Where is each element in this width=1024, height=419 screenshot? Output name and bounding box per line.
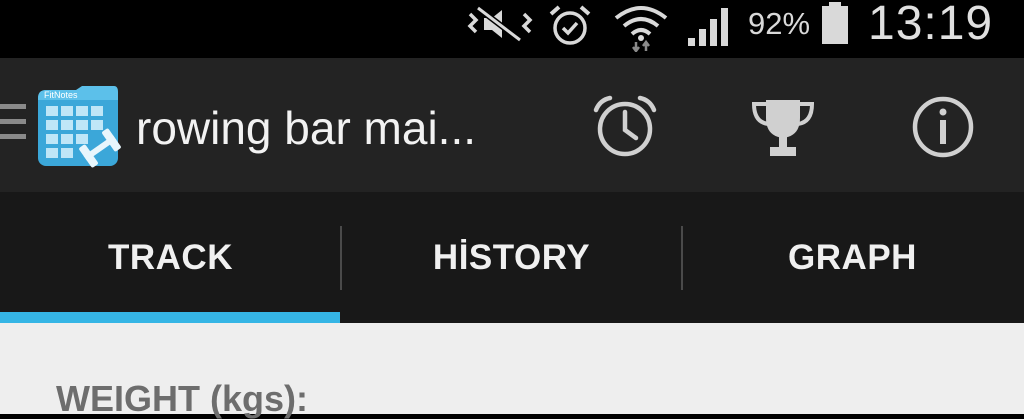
- rest-timer-alarm-icon[interactable]: [592, 94, 658, 160]
- trophy-icon[interactable]: [750, 94, 816, 160]
- weight-label: WEIGHT (kgs):: [56, 378, 308, 419]
- active-tab-indicator: [0, 312, 340, 323]
- track-content: WEIGHT (kgs):: [0, 323, 1024, 419]
- app-logo-icon[interactable]: FitNotes: [36, 84, 122, 168]
- svg-text:FitNotes: FitNotes: [44, 90, 78, 100]
- clock-time: 13:19: [868, 0, 994, 50]
- status-bar: 92% 13:19: [0, 0, 1024, 58]
- drawer-menu-icon[interactable]: [0, 104, 26, 148]
- signal-icon: [688, 8, 728, 46]
- info-icon[interactable]: [910, 94, 976, 160]
- tab-track[interactable]: TRACK: [0, 192, 341, 323]
- battery-percent: 92%: [748, 6, 811, 41]
- wifi-icon: [614, 6, 668, 52]
- exercise-title: rowing bar mai...: [136, 102, 477, 154]
- action-bar: FitNotes rowing bar mai...: [0, 58, 1024, 192]
- tab-history[interactable]: HİSTORY: [341, 192, 682, 323]
- tab-graph[interactable]: GRAPH: [682, 192, 1023, 323]
- battery-icon: [822, 2, 848, 44]
- mute-vibrate-icon: [467, 5, 533, 43]
- tab-bar: TRACK HİSTORY GRAPH: [0, 192, 1024, 323]
- alarm-clock-icon: [549, 5, 591, 45]
